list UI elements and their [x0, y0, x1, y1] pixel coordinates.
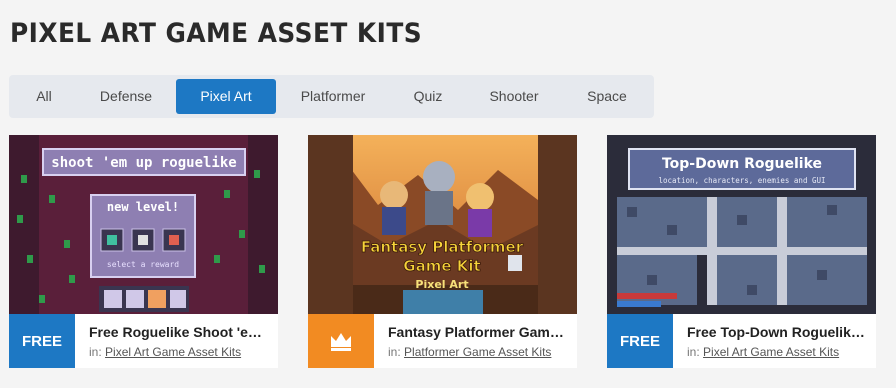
card-category: in: Pixel Art Game Asset Kits — [687, 345, 839, 359]
card-title[interactable]: Free Top-Down Roguelike Game Kit Pixel A… — [687, 324, 867, 340]
tab-defense[interactable]: Defense — [89, 79, 163, 114]
product-thumbnail[interactable]: shoot 'em up roguelike new level! select… — [9, 135, 278, 314]
free-badge: FREE — [607, 314, 673, 368]
card-category: in: Pixel Art Game Asset Kits — [89, 345, 241, 359]
premium-badge — [308, 314, 374, 368]
card-title[interactable]: Fantasy Platformer Game Kit Pixel Art — [388, 324, 568, 340]
product-thumbnail[interactable]: Top-Down Roguelike location, characters,… — [607, 135, 876, 314]
product-card[interactable]: Fantasy Platformer Game Kit Pixel Art Fa… — [308, 135, 577, 368]
thumb-heading: shoot 'em up roguelike — [51, 155, 236, 171]
tab-quiz[interactable]: Quiz — [401, 79, 455, 114]
tab-pixel-art[interactable]: Pixel Art — [176, 79, 276, 114]
category-link[interactable]: Pixel Art Game Asset Kits — [105, 345, 241, 359]
product-card[interactable]: Top-Down Roguelike location, characters,… — [607, 135, 876, 368]
tab-platformer[interactable]: Platformer — [289, 79, 377, 114]
category-tabs: All Defense Pixel Art Platformer Quiz Sh… — [9, 75, 654, 118]
category-prefix: in: — [89, 345, 102, 359]
card-category: in: Platformer Game Asset Kits — [388, 345, 551, 359]
tab-all[interactable]: All — [21, 79, 67, 114]
thumb-panel-title: new level! — [107, 200, 179, 214]
thumb-heading: Top-Down Roguelike — [662, 156, 822, 172]
category-link[interactable]: Pixel Art Game Asset Kits — [703, 345, 839, 359]
page-title: PIXEL ART GAME ASSET KITS — [10, 18, 423, 49]
tab-space[interactable]: Space — [574, 79, 640, 114]
category-prefix: in: — [388, 345, 401, 359]
product-card[interactable]: shoot 'em up roguelike new level! select… — [9, 135, 278, 368]
thumb-title-line2: Game Kit — [403, 257, 480, 275]
thumb-title-line3: Pixel Art — [415, 278, 468, 291]
tab-shooter[interactable]: Shooter — [477, 79, 551, 114]
category-prefix: in: — [687, 345, 700, 359]
card-title[interactable]: Free Roguelike Shoot 'em Up Pixel Art Ga… — [89, 324, 269, 340]
free-badge: FREE — [9, 314, 75, 368]
category-link[interactable]: Platformer Game Asset Kits — [404, 345, 551, 359]
thumb-title-line1: Fantasy Platformer — [361, 238, 524, 256]
thumb-panel-caption: select a reward — [107, 260, 179, 269]
crown-icon — [331, 333, 351, 351]
thumb-subheading: location, characters, enemies and GUI — [658, 176, 825, 185]
product-thumbnail[interactable]: Fantasy Platformer Game Kit Pixel Art — [308, 135, 577, 314]
